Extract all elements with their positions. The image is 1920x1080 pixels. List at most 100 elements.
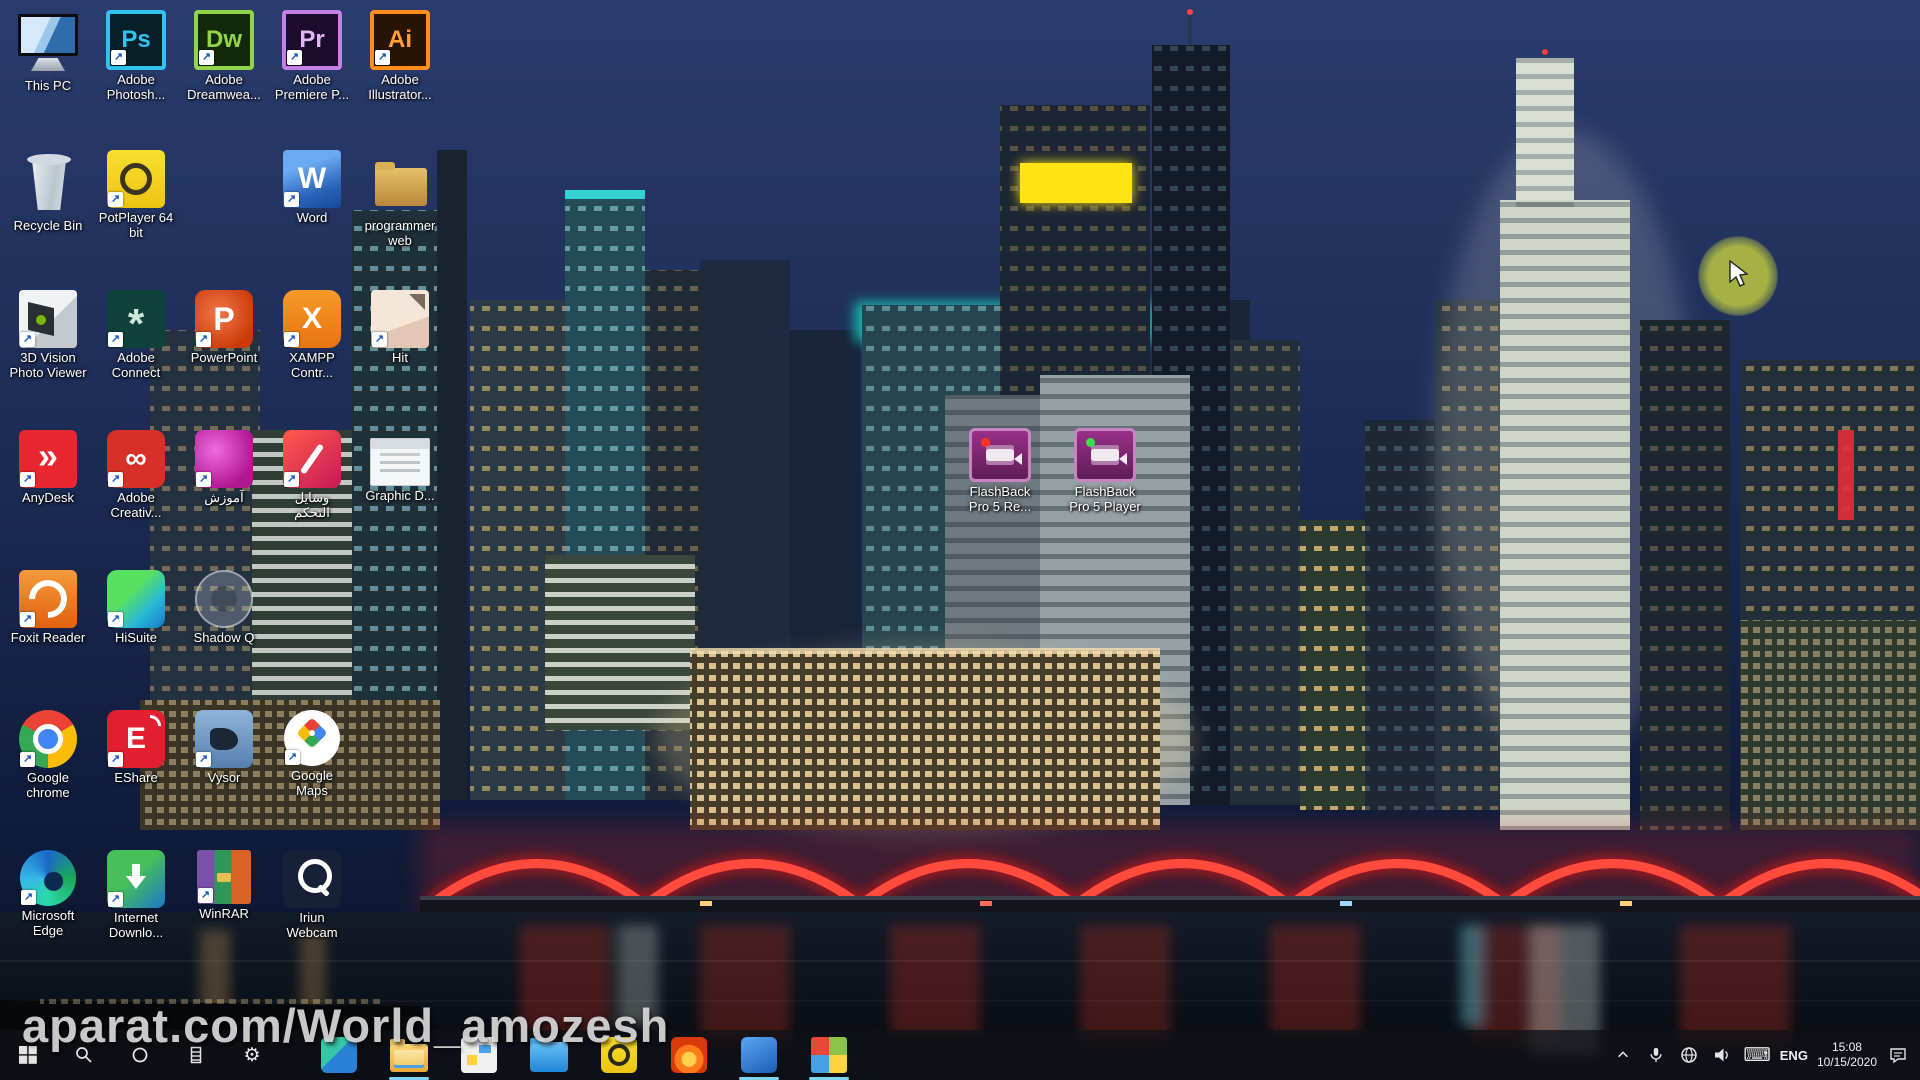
icon-label: GoogleMaps (270, 768, 354, 798)
clock[interactable]: 15:08 10/15/2020 (1817, 1030, 1877, 1080)
desktop-icon-adobe-premiere[interactable]: Pr↗ AdobePremiere P... (270, 10, 354, 102)
system-tray: ⌨ ENG 15:08 10/15/2020 (1611, 1030, 1920, 1080)
desktop-icon-adobe-illustrator[interactable]: Ai↗AdobeIllustrator... (358, 10, 442, 102)
hidden-icons-button[interactable] (1611, 1030, 1635, 1080)
taskbar-app-white[interactable] (444, 1030, 514, 1080)
taskbar-spacer (864, 1030, 1611, 1080)
network-tray-button[interactable] (1677, 1030, 1701, 1080)
microphone-tray-button[interactable] (1644, 1030, 1668, 1080)
icon-label: Graphic D... (358, 488, 442, 503)
flashback-pro-player-icon (1074, 428, 1136, 482)
taskbar-app-blue-folder[interactable] (514, 1030, 584, 1080)
shadow-q-icon (195, 570, 253, 628)
desktop-icon-3d-vision-photo-viewer[interactable]: ↗3D VisionPhoto Viewer (6, 290, 90, 380)
touch-keyboard-tray-button[interactable]: ⌨ (1743, 1030, 1770, 1080)
desktop-icon-xampp-control[interactable]: X↗XAMPPContr... (270, 290, 354, 380)
shortcut-arrow-badge: ↗ (196, 332, 211, 347)
shortcut-arrow-badge: ↗ (199, 50, 214, 65)
graphic-d-icon (370, 438, 430, 486)
desktop-icon-hit[interactable]: ↗Hit (358, 290, 442, 365)
desktop-icon-flashback-pro-player[interactable]: FlashBackPro 5 Player (1063, 428, 1147, 514)
clock-time: 15:08 (1832, 1040, 1862, 1055)
icon-label: Googlechrome (6, 770, 90, 800)
desktop-icon-flashback-pro-recorder[interactable]: FlashBackPro 5 Re... (958, 428, 1042, 514)
shortcut-arrow-badge: ↗ (108, 752, 123, 767)
microsoft-edge-icon: ↗ (20, 850, 76, 906)
desktop-icon-eshare[interactable]: E↗ EShare (94, 710, 178, 785)
cortana-button[interactable] (112, 1030, 168, 1080)
google-chrome-icon: ↗ (19, 710, 77, 768)
eshare-icon: E↗ (107, 710, 165, 768)
taskbar-app-blue[interactable] (724, 1030, 794, 1080)
action-center-button[interactable] (1886, 1030, 1910, 1080)
taskbar-file-explorer[interactable] (374, 1030, 444, 1080)
desktop-icon-microsoft-edge[interactable]: ↗MicrosoftEdge (6, 850, 90, 938)
adobe-photoshop-icon: Ps↗ (106, 10, 166, 70)
icon-label: Shadow Q (182, 630, 266, 645)
desktop-icon-adobe-dreamweaver[interactable]: Dw↗AdobeDreamwea... (182, 10, 266, 102)
desktop-icon-internet-download-manager[interactable]: ↗InternetDownlo... (94, 850, 178, 940)
desktop-icon-app-arabic-1[interactable]: ↗آموزش (182, 430, 266, 505)
desktop-icon-anydesk[interactable]: »↗AnyDesk (6, 430, 90, 505)
desktop-icon-shadow-q[interactable]: Shadow Q (182, 570, 266, 645)
icon-label: AdobePremiere P... (270, 72, 354, 102)
icon-label: Recycle Bin (6, 218, 90, 233)
desktop-icon-hisuite[interactable]: ↗HiSuite (94, 570, 178, 645)
taskbar-app-blue-icon (741, 1037, 777, 1073)
search-button[interactable] (56, 1030, 112, 1080)
start-button[interactable] (0, 1030, 56, 1080)
task-view-button[interactable] (168, 1030, 224, 1080)
settings-button[interactable]: ⚙ (224, 1030, 280, 1080)
shortcut-arrow-badge: ↗ (285, 750, 300, 765)
flashback-pro-recorder-icon (969, 428, 1031, 482)
desktop-icon-graphic-d[interactable]: Graphic D... (358, 430, 442, 503)
microphone-icon (1648, 1046, 1664, 1064)
icon-label: FlashBackPro 5 Re... (958, 484, 1042, 514)
anydesk-icon: »↗ (19, 430, 77, 488)
shortcut-arrow-badge: ↗ (111, 50, 126, 65)
taskbar-app-teal-icon (321, 1037, 357, 1073)
app-arabic-2-icon: ↗ (283, 430, 341, 488)
desktop-icon-vysor[interactable]: ↗Vysor (182, 710, 266, 785)
taskbar-app-teal[interactable] (304, 1030, 374, 1080)
taskbar-file-explorer-icon (390, 1044, 428, 1072)
desktop-icon-word[interactable]: W↗Word (270, 150, 354, 225)
internet-download-manager-icon: ↗ (107, 850, 165, 908)
desktop-icon-adobe-connect[interactable]: *↗AdobeConnect (94, 290, 178, 380)
desktop-icon-google-maps[interactable]: ↗ GoogleMaps (270, 710, 354, 798)
desktop-icon-programmer-web[interactable]: programmerweb (358, 150, 442, 248)
taskbar-potplayer-icon (601, 1037, 637, 1073)
taskbar-app-colorgrid[interactable] (794, 1030, 864, 1080)
desktop-icon-google-chrome[interactable]: ↗Googlechrome (6, 710, 90, 800)
taskbar-potplayer[interactable] (584, 1030, 654, 1080)
desktop-icon-adobe-creative-cloud[interactable]: ∞↗AdobeCreativ... (94, 430, 178, 520)
icon-glyph: » (38, 435, 58, 477)
icon-glyph: * (128, 300, 144, 348)
desktop-icon-adobe-photoshop[interactable]: Ps↗AdobePhotosh... (94, 10, 178, 102)
shortcut-arrow-badge: ↗ (196, 472, 211, 487)
taskbar-app-flame[interactable] (654, 1030, 724, 1080)
desktop-icon-potplayer-64-bit[interactable]: ↗PotPlayer 64bit (94, 150, 178, 240)
desktop-icon-winrar[interactable]: ↗WinRAR (182, 850, 266, 921)
clock-date: 10/15/2020 (1817, 1055, 1877, 1070)
desktop-icon-app-arabic-2[interactable]: ↗وسایلالتحکم (270, 430, 354, 520)
shortcut-arrow-badge: ↗ (20, 472, 35, 487)
google-maps-icon: ↗ (284, 710, 340, 766)
desktop-icon-powerpoint[interactable]: P↗PowerPoint (182, 290, 266, 365)
recycle-bin-icon (15, 150, 81, 216)
language-indicator[interactable]: ENG (1780, 1030, 1808, 1080)
volume-tray-button[interactable] (1710, 1030, 1734, 1080)
desktop-icon-recycle-bin[interactable]: Recycle Bin (6, 150, 90, 233)
desktop-icon-this-pc[interactable]: This PC (6, 10, 90, 93)
icon-label: EShare (94, 770, 178, 785)
icon-label: InternetDownlo... (94, 910, 178, 940)
shortcut-arrow-badge: ↗ (287, 50, 302, 65)
icon-glyph: Pr (299, 26, 324, 54)
adobe-illustrator-icon: Ai↗ (370, 10, 430, 70)
desktop-icon-foxit-reader[interactable]: ↗Foxit Reader (6, 570, 90, 645)
taskbar-app-blue-folder-icon (530, 1042, 568, 1072)
this-pc-icon (15, 10, 81, 76)
3d-vision-photo-viewer-icon: ↗ (19, 290, 77, 348)
adobe-creative-cloud-icon: ∞↗ (107, 430, 165, 488)
desktop-icon-iriun-webcam[interactable]: IriunWebcam (270, 850, 354, 940)
